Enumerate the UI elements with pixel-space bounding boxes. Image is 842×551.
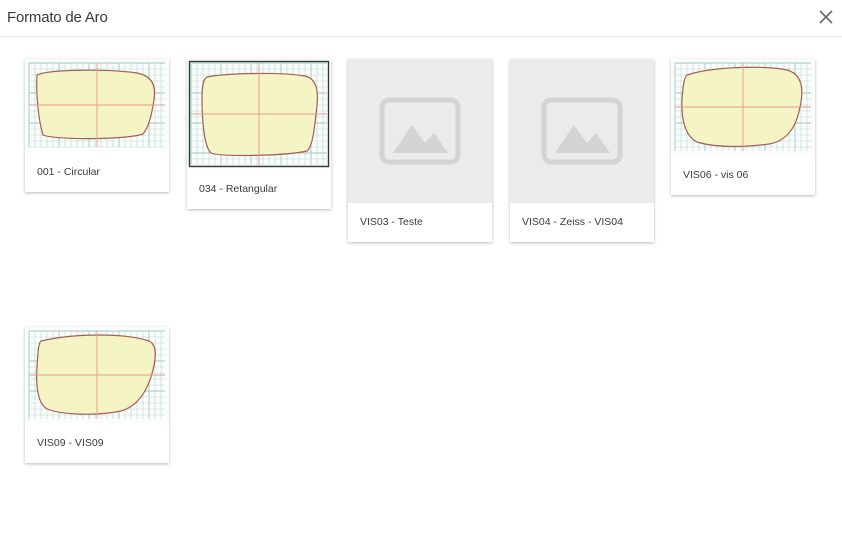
frame-card-label: VIS03 - Teste [360, 216, 423, 228]
dialog-title: Formato de Aro [7, 9, 108, 26]
frame-card[interactable]: VIS03 - Teste [348, 59, 492, 242]
image-placeholder [510, 59, 654, 203]
lens-shape-preview [187, 59, 331, 169]
frame-card[interactable]: VIS04 - Zeiss - VIS04 [510, 59, 654, 242]
frame-card-label: VIS06 - vis 06 [683, 169, 749, 181]
frame-card-label: VIS09 - VIS09 [37, 437, 104, 449]
frame-card[interactable]: VIS06 - vis 06 [671, 59, 815, 195]
image-placeholder [348, 59, 492, 203]
lens-shape-preview [25, 327, 169, 423]
frame-card[interactable]: VIS09 - VIS09 [25, 327, 169, 463]
lens-shape-preview [25, 59, 169, 151]
dialog-header: Formato de Aro [0, 0, 842, 37]
lens-shape-preview [671, 59, 815, 155]
frame-card[interactable]: 034 - Retangular [187, 59, 331, 209]
frame-card-label: VIS04 - Zeiss - VIS04 [522, 216, 623, 228]
frame-card-label: 034 - Retangular [199, 183, 278, 195]
image-placeholder-icon [541, 97, 623, 165]
frame-card-label: 001 - Circular [37, 166, 101, 178]
close-icon[interactable] [818, 9, 834, 25]
image-placeholder-icon [379, 97, 461, 165]
frame-card[interactable]: 001 - Circular [25, 59, 169, 192]
